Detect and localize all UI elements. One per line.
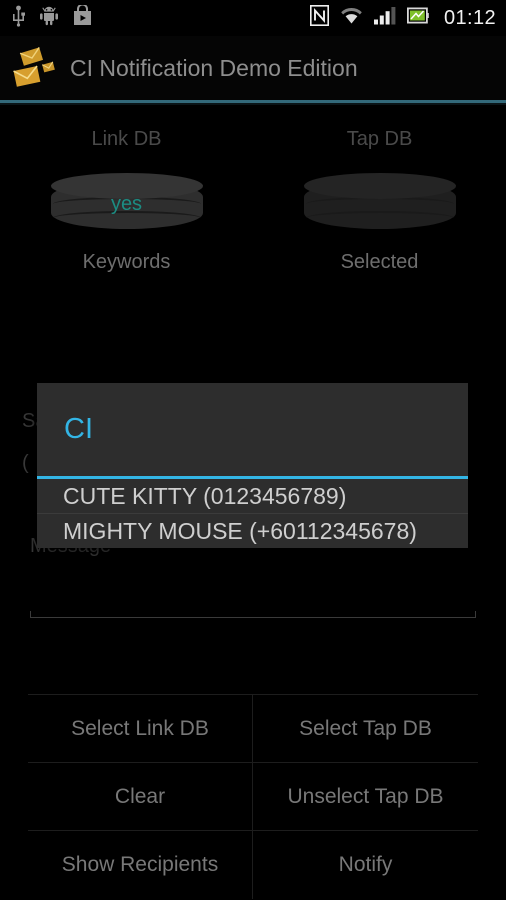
button-row: Show Recipients Notify [28,831,478,899]
status-bar-right-icons: 01:12 [309,5,496,31]
notify-button[interactable]: Notify [253,831,478,899]
cellular-signal-icon [373,6,396,30]
usb-icon [12,5,26,32]
tap-db-title: Tap DB [346,128,413,150]
message-input-underline [30,611,476,618]
list-item[interactable]: CUTE KITTY (0123456789) [37,479,468,514]
cylinder-ring [305,197,454,211]
obscured-label-two: ( [22,452,29,474]
tap-db-column: Tap DB Selected [253,112,506,292]
show-recipients-button[interactable]: Show Recipients [28,831,253,899]
wifi-icon [340,6,363,30]
play-store-icon [73,3,92,31]
status-bar: 01:12 [0,0,506,36]
link-db-value: yes [110,193,143,215]
nfc-icon [309,5,329,31]
dialog-item-list: CUTE KITTY (0123456789) MIGHTY MOUSE (+6… [37,479,468,549]
unselect-tap-db-button[interactable]: Unselect Tap DB [253,763,478,830]
dialog-title: CI [64,413,93,445]
list-item[interactable]: MIGHTY MOUSE (+60112345678) [37,514,468,549]
page-title: CI Notification Demo Edition [70,54,358,81]
button-row: Clear Unselect Tap DB [28,763,478,831]
select-link-db-button[interactable]: Select Link DB [28,695,253,762]
database-cylinder-icon[interactable] [303,173,456,235]
cylinder-top [303,173,456,199]
cylinder-ring [305,211,454,225]
android-screen: 01:12 CI Notification Demo Edition Link … [0,0,506,900]
contact-picker-dialog: CI CUTE KITTY (0123456789) MIGHTY MOUSE … [37,383,468,548]
button-row: Select Link DB Select Tap DB [28,695,478,763]
action-button-grid: Select Link DB Select Tap DB Clear Unsel… [28,694,478,899]
clear-button[interactable]: Clear [28,763,253,830]
link-db-title: Link DB [91,128,162,150]
database-selector-row: Link DB yes Keywords Tap DB Selected [0,112,506,292]
database-cylinder-icon[interactable]: yes [50,173,203,235]
message-input[interactable] [30,560,476,618]
battery-icon [406,6,429,30]
envelopes-app-icon [12,45,58,91]
action-bar-divider [0,100,506,105]
android-debug-icon [39,6,59,31]
action-bar: CI Notification Demo Edition [0,36,506,100]
link-db-column: Link DB yes Keywords [0,112,253,292]
select-tap-db-button[interactable]: Select Tap DB [253,695,478,762]
tap-db-subtitle: Selected [340,251,419,273]
status-bar-clock: 01:12 [443,7,496,29]
link-db-subtitle: Keywords [82,251,171,273]
status-bar-left-icons [12,3,92,32]
